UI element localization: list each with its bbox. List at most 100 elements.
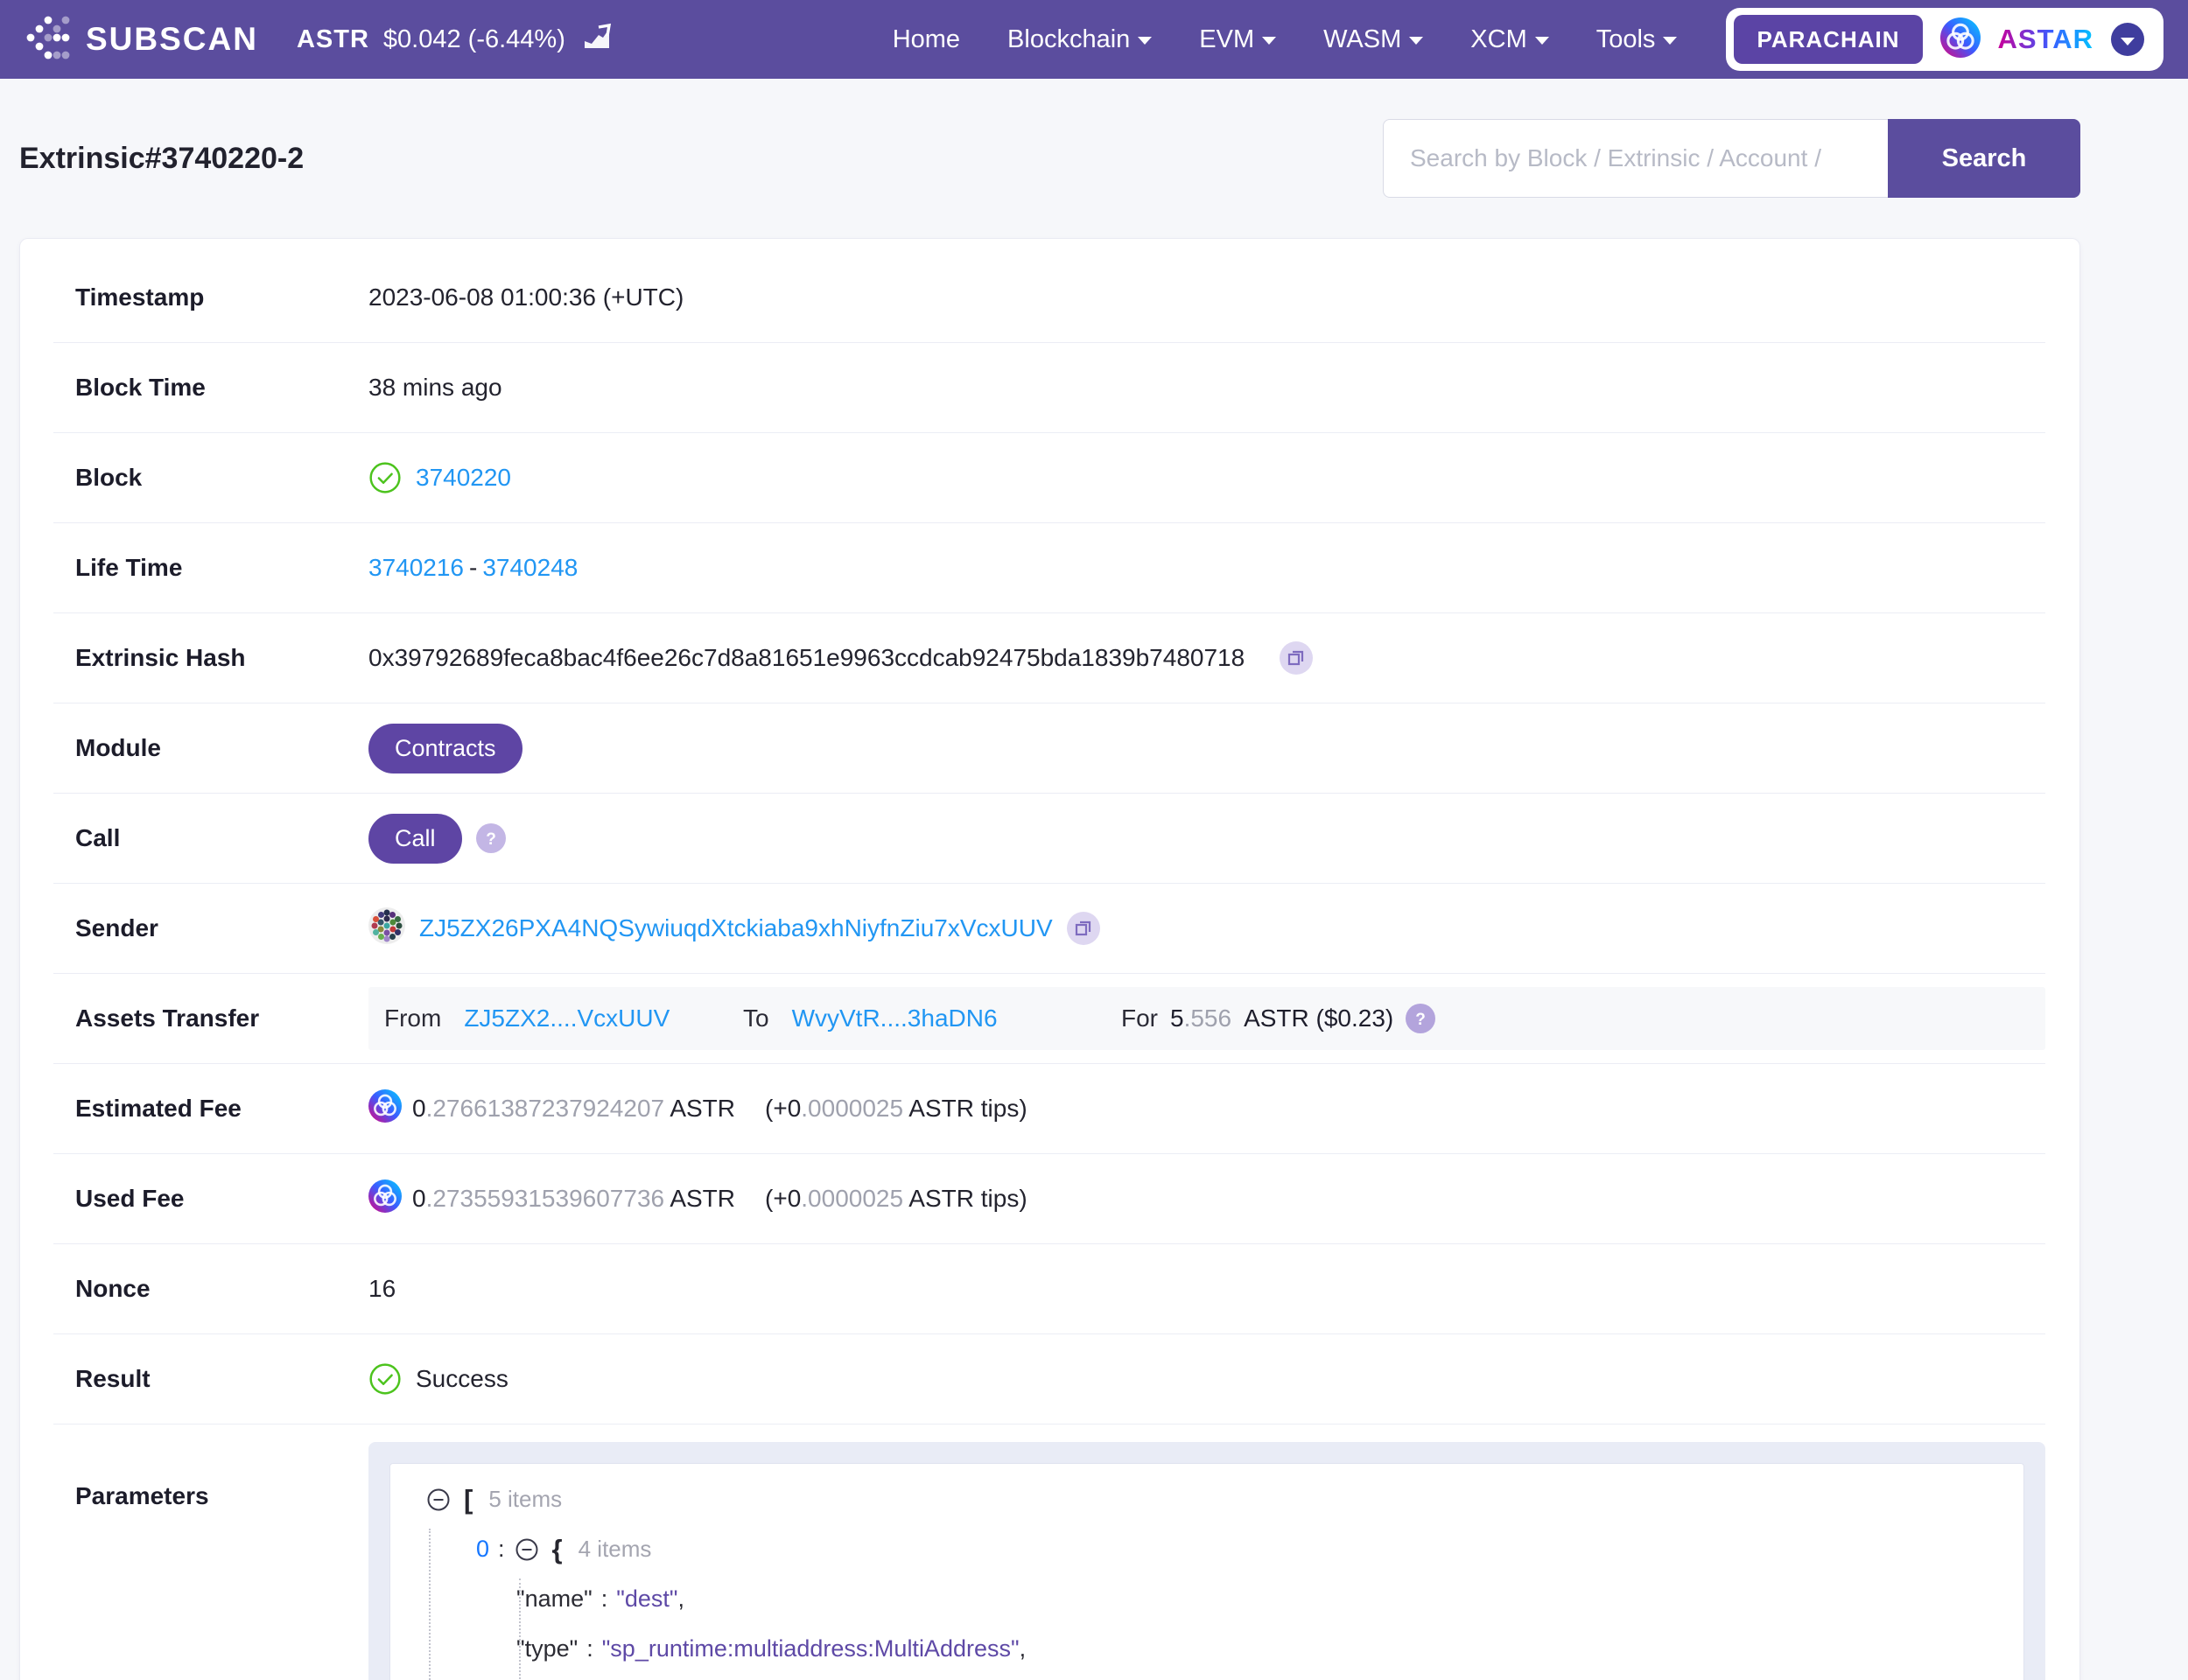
json-item-count: 4 items xyxy=(578,1536,652,1562)
row-used-fee: Used Fee 0.27355931539607736 ASTR (+0.00… xyxy=(53,1154,2045,1244)
subscan-dots-icon xyxy=(25,14,72,66)
row-label: Assets Transfer xyxy=(75,1004,260,1032)
row-block: Block 3740220 xyxy=(53,433,2045,523)
lifetime-separator: - xyxy=(469,554,478,581)
tree-guide-line xyxy=(429,1529,431,1680)
lifetime-end-link[interactable]: 3740248 xyxy=(482,554,578,582)
json-item-count: 5 items xyxy=(488,1486,563,1512)
parachain-button[interactable]: PARACHAIN xyxy=(1734,15,1923,64)
network-name: ASTAR xyxy=(1997,24,2093,54)
row-label: Extrinsic Hash xyxy=(75,644,246,671)
estimated-fee-tip: (+0.0000025 ASTR tips) xyxy=(765,1095,1027,1122)
search-button[interactable]: Search xyxy=(1888,119,2080,198)
from-label: From xyxy=(384,1004,442,1032)
row-label: Module xyxy=(75,734,161,761)
json-key: "name" xyxy=(516,1586,593,1612)
network-switcher: PARACHAIN ASTAR xyxy=(1726,8,2163,71)
row-timestamp: Timestamp 2023-06-08 01:00:36 (+UTC) xyxy=(53,253,2045,343)
chevron-down-icon xyxy=(2121,37,2135,46)
used-fee-value: 0.27355931539607736 ASTR xyxy=(412,1185,736,1212)
row-result: Result Success xyxy=(53,1334,2045,1424)
transfer-amount: 5.556 xyxy=(1170,1004,1232,1032)
svg-text:?: ? xyxy=(486,830,496,849)
search-input[interactable] xyxy=(1383,119,1888,198)
astar-logo-icon xyxy=(1939,17,1981,62)
row-label: Result xyxy=(75,1365,151,1392)
extrinsic-detail-card: Timestamp 2023-06-08 01:00:36 (+UTC) Blo… xyxy=(19,238,2080,1680)
row-call: Call Call ? xyxy=(53,794,2045,884)
module-badge[interactable]: Contracts xyxy=(368,723,522,774)
row-estimated-fee: Estimated Fee 0.27661387237924207 ASTR (… xyxy=(53,1064,2045,1154)
parameters-panel: [ 5 items 0 : { 4 items "name": "dest" … xyxy=(368,1442,2045,1680)
block-time-value: 38 mins ago xyxy=(368,374,502,401)
astar-token-icon xyxy=(368,1088,402,1129)
copy-icon[interactable] xyxy=(1066,912,1100,945)
row-label: Estimated Fee xyxy=(75,1095,242,1122)
json-value: "sp_runtime:multiaddress:MultiAddress" xyxy=(601,1635,1020,1662)
sender-identicon xyxy=(368,906,405,950)
svg-text:?: ? xyxy=(1415,1011,1426,1029)
call-badge[interactable]: Call xyxy=(368,813,462,864)
row-nonce: Nonce 16 xyxy=(53,1244,2045,1334)
copy-icon[interactable] xyxy=(1280,641,1314,675)
for-label: For xyxy=(1121,1004,1158,1032)
row-sender: Sender ZJ5ZX26PXA4NQSywiuqdXtckiaba9xhNi… xyxy=(53,884,2045,974)
menu-tools[interactable]: Tools xyxy=(1596,25,1678,54)
tree-guide-line xyxy=(519,1578,521,1680)
row-label: Parameters xyxy=(75,1482,209,1509)
price-chart-icon[interactable] xyxy=(579,18,614,60)
chevron-down-icon xyxy=(1534,37,1549,45)
menu-home[interactable]: Home xyxy=(893,25,960,54)
page-header: Extrinsic#3740220-2 Search xyxy=(19,79,2080,238)
row-parameters: Parameters [ 5 items 0: {4 items "name… xyxy=(53,1424,2045,1680)
json-root-line: [ 5 items xyxy=(411,1474,2002,1524)
astar-token-icon xyxy=(368,1179,402,1219)
json-key: "type" xyxy=(516,1635,579,1662)
token-symbol: ASTR xyxy=(296,24,369,53)
finalized-check-icon xyxy=(368,461,402,494)
used-fee-tip: (+0.0000025 ASTR tips) xyxy=(765,1185,1027,1212)
json-item-line: 0 : { 4 items xyxy=(476,1533,652,1564)
menu-blockchain[interactable]: Blockchain xyxy=(1007,25,1153,54)
row-label: Used Fee xyxy=(75,1185,185,1212)
row-label: Sender xyxy=(75,914,158,942)
network-dropdown-button[interactable] xyxy=(2111,23,2144,56)
json-field-line: "type" : "sp_runtime:multiaddress:MultiA… xyxy=(516,1635,1027,1662)
to-address-link[interactable]: WvyVtR....3haDN6 xyxy=(792,1004,998,1032)
row-label: Timestamp xyxy=(75,284,205,311)
token-price-widget[interactable]: ASTR $0.042 (-6.44%) xyxy=(297,18,614,60)
row-block-time: Block Time 38 mins ago xyxy=(53,343,2045,433)
chevron-down-icon xyxy=(1138,37,1153,45)
help-icon[interactable]: ? xyxy=(475,823,506,853)
main-menu: Home Blockchain EVM WASM XCM Tools xyxy=(893,25,1678,54)
menu-xcm[interactable]: XCM xyxy=(1470,25,1549,54)
token-price: $0.042 (-6.44%) xyxy=(382,24,565,53)
json-index: 0 xyxy=(476,1536,490,1562)
collapse-icon[interactable] xyxy=(425,1487,452,1513)
row-assets-transfer: Assets Transfer From ZJ5ZX2....VcxUUV To… xyxy=(53,974,2045,1064)
block-link[interactable]: 3740220 xyxy=(416,464,511,492)
result-value: Success xyxy=(416,1365,508,1392)
collapse-icon[interactable] xyxy=(514,1536,540,1563)
json-bracket: [ xyxy=(464,1483,473,1515)
json-field-line: "name" : "dest" , xyxy=(516,1586,684,1612)
lifetime-start-link[interactable]: 3740216 xyxy=(368,554,464,582)
chevron-down-icon xyxy=(1409,37,1424,45)
timestamp-value: 2023-06-08 01:00:36 (+UTC) xyxy=(368,284,684,311)
row-module: Module Contracts xyxy=(53,704,2045,794)
extrinsic-hash-value: 0x39792689feca8bac4f6ee26c7d8a81651e9963… xyxy=(368,644,1245,671)
transfer-amount-fiat: ASTR ($0.23) xyxy=(1244,1004,1394,1032)
row-label: Life Time xyxy=(75,554,183,581)
json-viewer: [ 5 items 0 : { 4 items "name": "dest" … xyxy=(389,1463,2024,1680)
menu-wasm[interactable]: WASM xyxy=(1323,25,1424,54)
sender-address-link[interactable]: ZJ5ZX26PXA4NQSywiuqdXtckiaba9xhNiyfnZiu7… xyxy=(419,914,1053,942)
subscan-logo[interactable]: SUBSCAN xyxy=(25,14,258,66)
chevron-down-icon xyxy=(1663,37,1678,45)
from-address-link[interactable]: ZJ5ZX2....VcxUUV xyxy=(464,1004,670,1032)
help-icon[interactable]: ? xyxy=(1406,1004,1436,1033)
row-extrinsic-hash: Extrinsic Hash 0x39792689feca8bac4f6ee26… xyxy=(53,613,2045,704)
top-navbar: SUBSCAN ASTR $0.042 (-6.44%) Home Blockc… xyxy=(0,0,2188,79)
row-label: Block xyxy=(75,464,143,491)
menu-evm[interactable]: EVM xyxy=(1199,25,1277,54)
row-label: Block Time xyxy=(75,374,206,401)
